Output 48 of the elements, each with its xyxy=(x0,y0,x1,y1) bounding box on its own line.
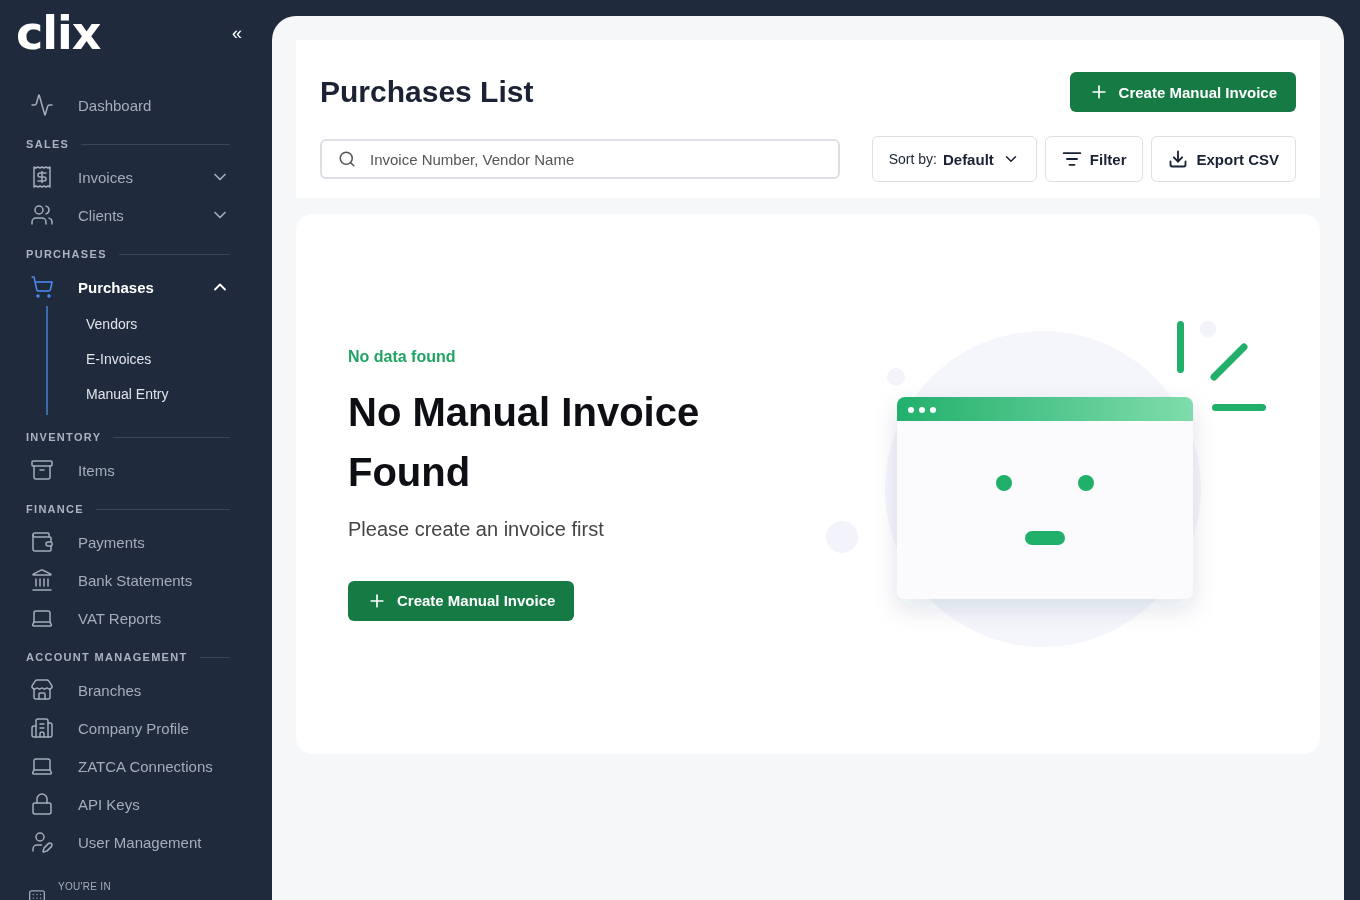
pulse-icon xyxy=(30,93,54,117)
sidebar-item[interactable]: Payments xyxy=(26,523,230,561)
page-title: Purchases List xyxy=(320,75,534,109)
search-field[interactable]: Invoice Number, Vendor Name xyxy=(320,139,840,179)
submenu-item[interactable]: Vendors xyxy=(48,306,230,341)
sidebar-item[interactable]: VAT Reports xyxy=(26,599,230,637)
empty-state-eyebrow: No data found xyxy=(348,347,456,366)
cart-icon xyxy=(30,275,54,299)
user-pen-icon xyxy=(30,830,54,854)
sidebar-item[interactable]: Items xyxy=(26,451,230,489)
section-heading: FINANCE xyxy=(26,503,84,515)
sidebar-item[interactable]: Purchases xyxy=(26,268,230,306)
logo: clix xyxy=(16,6,101,60)
bank-icon xyxy=(30,568,54,592)
filter-button[interactable]: Filter xyxy=(1044,136,1144,182)
lock-icon xyxy=(30,792,54,816)
section-heading: SALES xyxy=(26,138,70,150)
sidebar-item[interactable]: Dashboard xyxy=(26,86,230,124)
workspace-caption: YOU'RE IN xyxy=(58,881,111,892)
filter-icon xyxy=(1061,149,1082,169)
empty-state-title: No Manual Invoice Found xyxy=(348,388,701,496)
section-heading: INVENTORY xyxy=(26,431,102,443)
building-icon xyxy=(30,716,54,740)
section-heading: PURCHASES xyxy=(26,248,107,260)
sidebar-item[interactable]: Company Profile xyxy=(26,709,230,747)
sidebar-item[interactable]: API Keys xyxy=(26,785,230,823)
submenu-item[interactable]: Manual Entry xyxy=(48,376,230,411)
receipt-icon xyxy=(30,165,54,189)
export-button[interactable]: Export CSV xyxy=(1151,136,1296,182)
create-invoice-button[interactable]: Create Manual Invoice xyxy=(1069,72,1296,112)
store-icon xyxy=(30,678,54,702)
create-invoice-button[interactable]: Create Manual Invoice xyxy=(348,580,575,621)
sort-dropdown[interactable]: Sort by: Default xyxy=(871,136,1037,182)
empty-state-description: Please create an invoice first xyxy=(348,517,604,541)
search-icon xyxy=(338,150,356,168)
archive-icon xyxy=(30,458,54,482)
sidebar-item[interactable]: ZATCA Connections xyxy=(26,747,230,785)
download-icon xyxy=(1168,149,1189,169)
sidebar-item[interactable]: Invoices xyxy=(26,158,230,196)
sidebar-item[interactable]: Bank Statements xyxy=(26,561,230,599)
users-icon xyxy=(30,203,54,227)
collapse-button[interactable]: « xyxy=(228,22,246,44)
section-heading: ACCOUNT MANAGEMENT xyxy=(26,651,188,663)
sidebar-item[interactable]: User Management xyxy=(26,823,230,861)
sidebar-item[interactable]: Branches xyxy=(26,671,230,709)
submenu-item[interactable]: E-Invoices xyxy=(48,341,230,376)
wallet-icon xyxy=(30,530,54,554)
sidebar-item[interactable]: Clients xyxy=(26,196,230,234)
